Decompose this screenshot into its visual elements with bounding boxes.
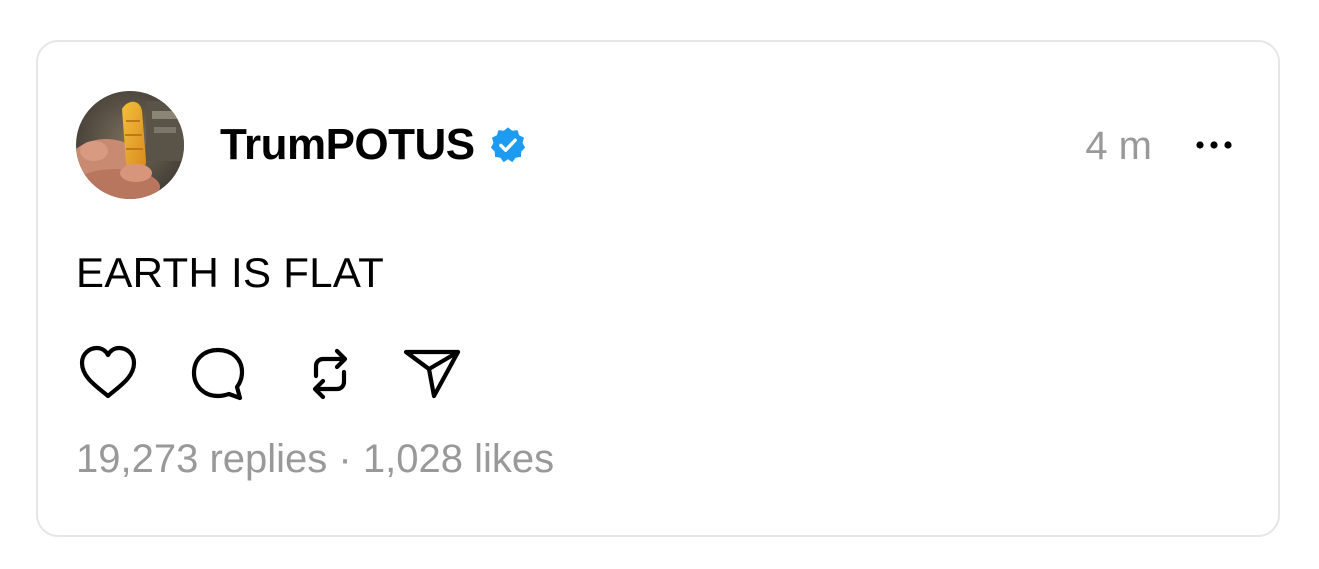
heart-icon[interactable] xyxy=(76,342,140,406)
stats-separator: · xyxy=(338,437,352,481)
post-body: EARTH IS FLAT xyxy=(76,249,385,296)
author-row: TrumPOTUS xyxy=(220,122,527,168)
speech-bubble-icon[interactable] xyxy=(186,342,250,406)
like-count[interactable]: 1,028 likes xyxy=(363,437,554,481)
avatar-photo xyxy=(76,91,184,199)
paper-plane-icon[interactable] xyxy=(400,342,464,406)
repost-icon[interactable] xyxy=(298,342,362,406)
avatar[interactable] xyxy=(76,91,184,199)
ellipsis-icon[interactable] xyxy=(1194,138,1234,152)
post-card: TrumPOTUS 4 m EARTH IS FLAT 19,273 repli… xyxy=(36,40,1280,537)
author-username[interactable]: TrumPOTUS xyxy=(220,122,475,168)
reply-count[interactable]: 19,273 replies xyxy=(76,437,327,481)
post-timestamp: 4 m xyxy=(1085,124,1152,168)
verified-badge-icon xyxy=(489,126,527,164)
post-stats: 19,273 replies · 1,028 likes xyxy=(76,436,554,482)
